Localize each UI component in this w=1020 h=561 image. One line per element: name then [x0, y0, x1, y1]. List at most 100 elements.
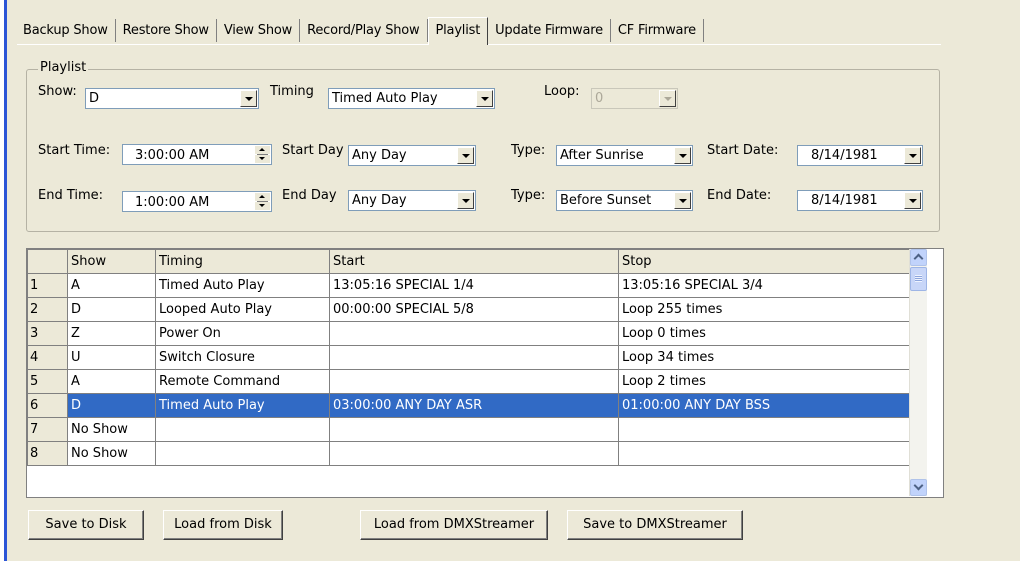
cell-start[interactable]: 13:05:16 SPECIAL 1/4	[329, 273, 619, 298]
end-type-select[interactable]: Before Sunset	[556, 190, 693, 211]
end-day-select[interactable]: Any Day	[348, 190, 476, 211]
cell-show[interactable]: Z	[67, 321, 156, 346]
show-label: Show:	[38, 84, 77, 99]
scroll-thumb[interactable]	[910, 267, 927, 291]
column-header-start[interactable]: Start	[329, 249, 619, 274]
cell-show[interactable]: No Show	[67, 441, 156, 466]
playlist-table: Show Timing Start Stop 1 A Timed Auto Pl…	[27, 249, 910, 466]
cell-timing[interactable]	[155, 441, 330, 466]
show-dropdown-arrow-icon[interactable]	[240, 90, 257, 107]
cell-stop[interactable]: 01:00:00 ANY DAY BSS	[618, 393, 910, 418]
cell-start[interactable]	[329, 345, 619, 370]
end-date-value: 8/14/1981	[811, 193, 878, 208]
table-row[interactable]: 4 U Switch Closure Loop 34 times	[27, 345, 910, 370]
table-row[interactable]: 5 A Remote Command Loop 2 times	[27, 369, 910, 394]
end-time-spin-buttons[interactable]	[255, 193, 270, 210]
playlist-group-title: Playlist	[38, 60, 89, 75]
start-date-label: Start Date:	[707, 143, 779, 158]
cell-timing[interactable]	[155, 417, 330, 442]
start-day-select[interactable]: Any Day	[348, 145, 476, 166]
show-select[interactable]: D	[85, 88, 259, 109]
cell-start[interactable]	[329, 441, 619, 466]
row-number: 3	[27, 321, 68, 346]
tab-view-show[interactable]: View Show	[217, 19, 301, 42]
timing-select[interactable]: Timed Auto Play	[328, 88, 495, 109]
cell-stop[interactable]	[618, 441, 910, 466]
end-time-label: End Time:	[38, 188, 104, 203]
start-type-dropdown-arrow-icon[interactable]	[674, 147, 691, 164]
end-type-dropdown-arrow-icon[interactable]	[674, 192, 691, 209]
end-type-value: Before Sunset	[560, 193, 652, 208]
end-date-label: End Date:	[707, 188, 772, 203]
spin-down-icon[interactable]	[255, 155, 270, 163]
cell-start[interactable]: 03:00:00 ANY DAY ASR	[329, 393, 619, 418]
start-time-value: 3:00:00 AM	[135, 148, 210, 163]
column-header-stop[interactable]: Stop	[618, 249, 910, 274]
cell-start[interactable]: 00:00:00 SPECIAL 5/8	[329, 297, 619, 322]
end-date-dropdown-arrow-icon[interactable]	[904, 192, 921, 209]
table-row[interactable]: 1 A Timed Auto Play 13:05:16 SPECIAL 1/4…	[27, 273, 910, 298]
cell-stop[interactable]: Loop 2 times	[618, 369, 910, 394]
load-from-dmxstreamer-button[interactable]: Load from DMXStreamer	[360, 510, 548, 540]
end-time-spinner[interactable]: 1:00:00 AM	[122, 191, 272, 212]
cell-timing[interactable]: Power On	[155, 321, 330, 346]
cell-show[interactable]: D	[67, 393, 156, 418]
cell-start[interactable]	[329, 321, 619, 346]
cell-show[interactable]: No Show	[67, 417, 156, 442]
column-header-timing[interactable]: Timing	[155, 249, 330, 274]
table-row[interactable]: 8 No Show	[27, 441, 910, 466]
cell-stop[interactable]: Loop 0 times	[618, 321, 910, 346]
tab-playlist[interactable]: Playlist	[427, 17, 489, 45]
start-time-spin-buttons[interactable]	[255, 146, 270, 163]
table-row[interactable]: 2 D Looped Auto Play 00:00:00 SPECIAL 5/…	[27, 297, 910, 322]
cell-timing[interactable]: Switch Closure	[155, 345, 330, 370]
tab-update-firmware[interactable]: Update Firmware	[488, 19, 611, 42]
end-day-value: Any Day	[352, 193, 407, 208]
save-to-dmxstreamer-button[interactable]: Save to DMXStreamer	[567, 510, 743, 540]
cell-show[interactable]: U	[67, 345, 156, 370]
cell-stop[interactable]: 13:05:16 SPECIAL 3/4	[618, 273, 910, 298]
cell-stop[interactable]: Loop 255 times	[618, 297, 910, 322]
row-number: 2	[27, 297, 68, 322]
start-type-select[interactable]: After Sunrise	[556, 145, 693, 166]
column-header-show[interactable]: Show	[67, 249, 156, 274]
tab-backup-show[interactable]: Backup Show	[16, 19, 116, 42]
cell-stop[interactable]	[618, 417, 910, 442]
cell-start[interactable]	[329, 369, 619, 394]
spin-down-icon[interactable]	[255, 202, 270, 210]
cell-timing[interactable]: Timed Auto Play	[155, 393, 330, 418]
row-number: 1	[27, 273, 68, 298]
load-from-disk-button[interactable]: Load from Disk	[163, 510, 283, 540]
show-select-value: D	[89, 91, 100, 106]
cell-timing[interactable]: Timed Auto Play	[155, 273, 330, 298]
vertical-scrollbar[interactable]	[909, 249, 927, 496]
tab-record-play-show[interactable]: Record/Play Show	[300, 19, 428, 42]
start-day-value: Any Day	[352, 148, 407, 163]
scroll-up-icon[interactable]	[910, 249, 927, 266]
cell-timing[interactable]: Looped Auto Play	[155, 297, 330, 322]
end-date-picker[interactable]: 8/14/1981	[797, 190, 923, 211]
cell-show[interactable]: D	[67, 297, 156, 322]
cell-start[interactable]	[329, 417, 619, 442]
timing-dropdown-arrow-icon[interactable]	[476, 90, 493, 107]
save-to-disk-button[interactable]: Save to Disk	[28, 510, 144, 540]
cell-timing[interactable]: Remote Command	[155, 369, 330, 394]
table-row-selected[interactable]: 6 D Timed Auto Play 03:00:00 ANY DAY ASR…	[27, 393, 910, 418]
start-day-dropdown-arrow-icon[interactable]	[457, 147, 474, 164]
table-row[interactable]: 3 Z Power On Loop 0 times	[27, 321, 910, 346]
end-day-dropdown-arrow-icon[interactable]	[457, 192, 474, 209]
tab-cf-firmware[interactable]: CF Firmware	[611, 19, 704, 42]
start-date-dropdown-arrow-icon[interactable]	[904, 147, 921, 164]
cell-stop[interactable]: Loop 34 times	[618, 345, 910, 370]
cell-show[interactable]: A	[67, 369, 156, 394]
cell-show[interactable]: A	[67, 273, 156, 298]
table-row[interactable]: 7 No Show	[27, 417, 910, 442]
scroll-down-icon[interactable]	[910, 479, 927, 496]
spin-up-icon[interactable]	[255, 146, 270, 154]
playlist-grid[interactable]: Show Timing Start Stop 1 A Timed Auto Pl…	[26, 248, 944, 498]
start-date-picker[interactable]: 8/14/1981	[797, 145, 923, 166]
start-time-label: Start Time:	[38, 143, 111, 158]
start-time-spinner[interactable]: 3:00:00 AM	[122, 144, 272, 165]
spin-up-icon[interactable]	[255, 193, 270, 201]
tab-restore-show[interactable]: Restore Show	[116, 19, 217, 42]
